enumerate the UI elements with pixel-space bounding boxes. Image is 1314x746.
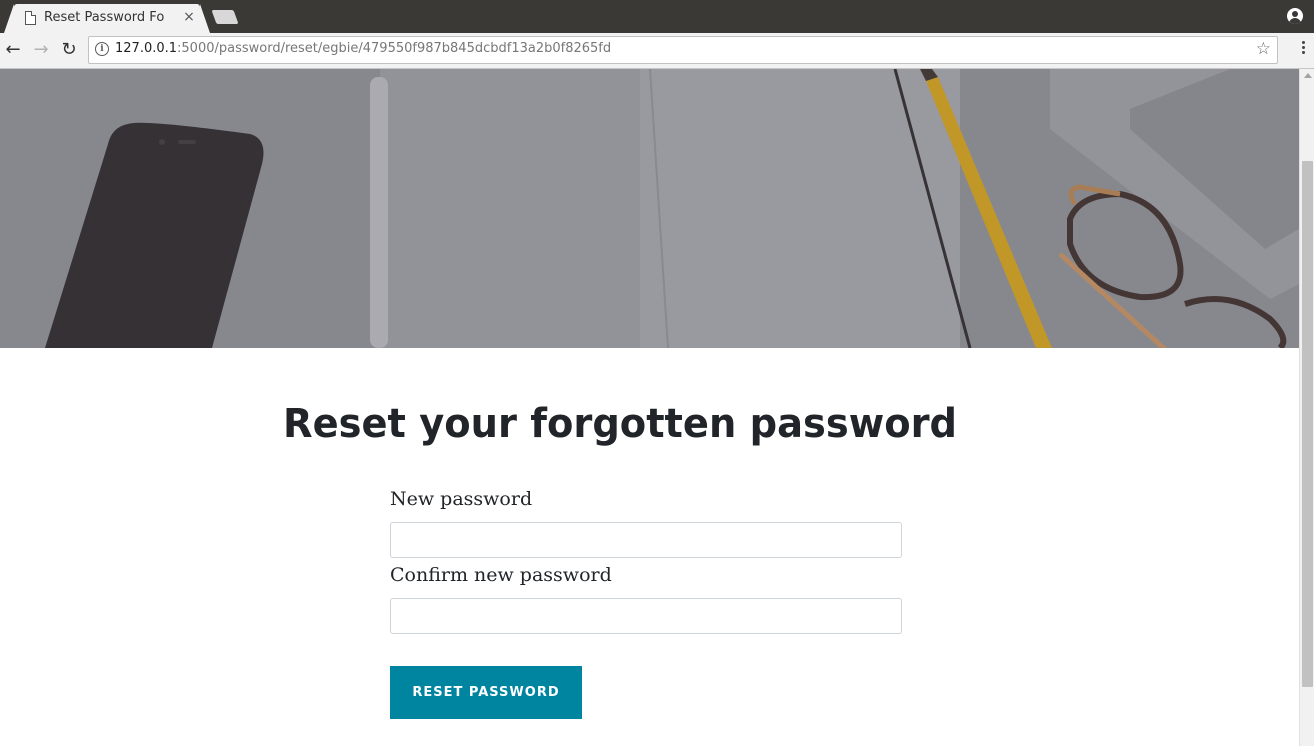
browser-toolbar: ← → ↻ i 127.0.0.1:5000/password/reset/eg… [0, 33, 1314, 69]
header-image [0, 69, 1299, 348]
confirm-password-label: Confirm new password [390, 564, 612, 586]
browser-tab[interactable]: Reset Password Fo × [4, 4, 210, 33]
more-vert-icon[interactable] [1302, 41, 1306, 61]
scrollbar-thumb[interactable] [1302, 161, 1313, 687]
browser-tab-bar: Reset Password Fo × [0, 0, 1314, 33]
url-text[interactable]: 127.0.0.1:5000/password/reset/egbie/4795… [115, 41, 611, 59]
header-image-art [0, 69, 1299, 348]
scroll-up-arrow-icon[interactable] [1304, 73, 1312, 78]
close-tab-icon[interactable]: × [182, 8, 196, 26]
new-password-field[interactable] [390, 522, 902, 558]
reload-icon[interactable]: ↻ [57, 38, 81, 62]
bookmark-star-icon[interactable]: ☆ [1256, 38, 1271, 60]
tab-title: Reset Password Fo [44, 10, 165, 25]
url-path: :5000/password/reset/egbie/479550f987b84… [177, 41, 612, 56]
info-icon[interactable]: i [95, 42, 109, 56]
page-scrollbar[interactable] [1299, 69, 1314, 746]
confirm-password-field[interactable] [390, 598, 902, 634]
new-password-label: New password [390, 488, 533, 510]
back-arrow-icon[interactable]: ← [1, 38, 25, 62]
new-tab-icon[interactable] [211, 10, 239, 24]
file-icon [25, 11, 36, 25]
address-bar[interactable]: i 127.0.0.1:5000/password/reset/egbie/47… [88, 36, 1278, 64]
forward-arrow-icon[interactable]: → [29, 38, 53, 62]
account-circle-icon[interactable] [1287, 8, 1303, 24]
url-host: 127.0.0.1 [115, 41, 178, 56]
page-title: Reset your forgotten password [283, 401, 958, 447]
reset-password-button[interactable]: RESET PASSWORD [390, 666, 582, 719]
